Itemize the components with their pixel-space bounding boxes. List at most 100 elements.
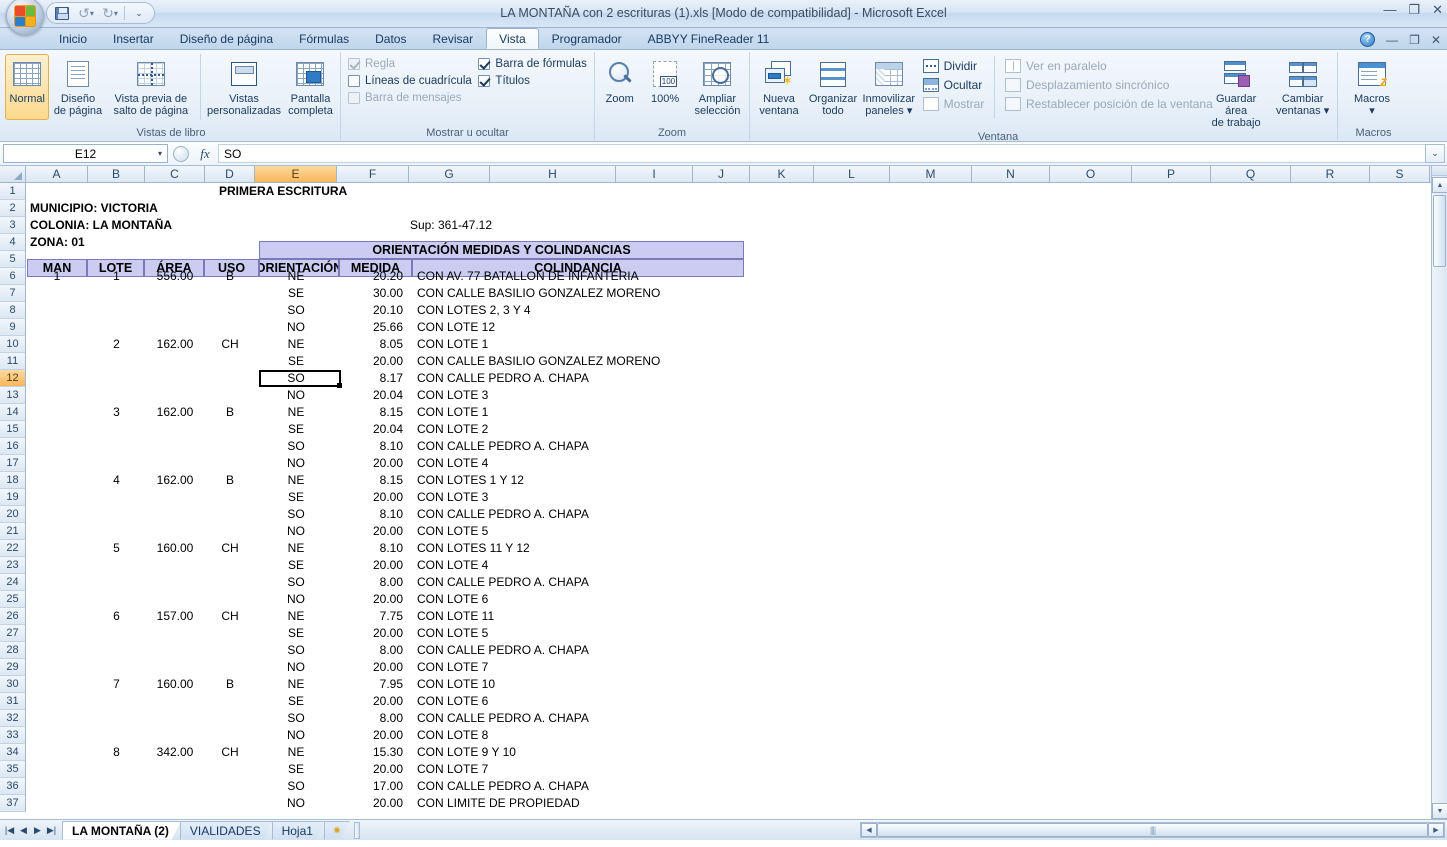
- column-header-g[interactable]: G: [409, 166, 490, 182]
- last-sheet-button[interactable]: ▶|: [45, 825, 58, 836]
- cell-man-7[interactable]: [26, 285, 88, 302]
- cell-orientacion-26[interactable]: NE: [255, 608, 337, 625]
- app-close-button[interactable]: ✕: [1431, 33, 1441, 47]
- row-header-12[interactable]: 12: [0, 370, 26, 387]
- cell-a2-municipio[interactable]: MUNICIPIO: VICTORIA: [26, 200, 286, 217]
- cell-orientacion-25[interactable]: NO: [255, 591, 337, 608]
- tab-insertar[interactable]: Insertar: [100, 28, 167, 49]
- cell-area-26[interactable]: 157.00: [145, 608, 205, 625]
- cell-medida-16[interactable]: 8.10: [337, 438, 409, 455]
- cell-orientacion-28[interactable]: SO: [255, 642, 337, 659]
- cell-lote-17[interactable]: [88, 455, 145, 472]
- cell-lote-14[interactable]: 3: [88, 404, 145, 421]
- row-header-19[interactable]: 19: [0, 489, 26, 506]
- cell-medida-12[interactable]: 8.17: [337, 370, 409, 387]
- scroll-down-button[interactable]: ▼: [1432, 803, 1447, 819]
- cell-lote-19[interactable]: [88, 489, 145, 506]
- row-header-6[interactable]: 6: [0, 268, 26, 285]
- tab-programador[interactable]: Programador: [539, 28, 635, 49]
- column-header-a[interactable]: A: [26, 166, 88, 182]
- cell-orientacion-14[interactable]: NE: [255, 404, 337, 421]
- cell-man-13[interactable]: [26, 387, 88, 404]
- cell-uso-29[interactable]: [205, 659, 255, 676]
- cell-medida-8[interactable]: 20.10: [337, 302, 409, 319]
- sheet-tab-vialidades[interactable]: VIALIDADES: [180, 821, 273, 840]
- vertical-scroll-thumb[interactable]: [1433, 195, 1446, 267]
- cell-man-20[interactable]: [26, 506, 88, 523]
- cell-orientacion-19[interactable]: SE: [255, 489, 337, 506]
- row-header-4[interactable]: 4: [0, 234, 26, 251]
- select-all-button[interactable]: [0, 166, 26, 182]
- cell-lote-33[interactable]: [88, 727, 145, 744]
- cell-orientacion-33[interactable]: NO: [255, 727, 337, 744]
- cell-orientacion-23[interactable]: SE: [255, 557, 337, 574]
- row-header-13[interactable]: 13: [0, 387, 26, 404]
- cell-uso-34[interactable]: CH: [205, 744, 255, 761]
- switch-windows-button[interactable]: Cambiar ventanas ▾: [1271, 54, 1334, 120]
- column-header-h[interactable]: H: [490, 166, 616, 182]
- cell-lote-10[interactable]: 2: [88, 336, 145, 353]
- column-header-k[interactable]: K: [750, 166, 814, 182]
- unhide-window-button[interactable]: Mostrar: [919, 96, 990, 112]
- cell-orientacion-7[interactable]: SE: [255, 285, 337, 302]
- row-header-34[interactable]: 34: [0, 744, 26, 761]
- cell-man-19[interactable]: [26, 489, 88, 506]
- row-header-29[interactable]: 29: [0, 659, 26, 676]
- cell-medida-32[interactable]: 8.00: [337, 710, 409, 727]
- checkbox-icon[interactable]: [478, 58, 491, 70]
- cell-colindancia-6[interactable]: CON AV. 77 BATALLON DE INFANTERIA: [409, 268, 749, 285]
- cell-uso-31[interactable]: [205, 693, 255, 710]
- merged-header-orientacion-medidas-colindancias[interactable]: ORIENTACIÓN MEDIDAS Y COLINDANCIAS: [259, 241, 744, 259]
- column-header-p[interactable]: P: [1132, 166, 1211, 182]
- horizontal-split-handle[interactable]: [353, 821, 360, 839]
- row-header-20[interactable]: 20: [0, 506, 26, 523]
- insert-function-icon[interactable]: fx: [192, 146, 218, 162]
- row-header-25[interactable]: 25: [0, 591, 26, 608]
- column-header-e[interactable]: E: [255, 166, 337, 182]
- row-header-1[interactable]: 1: [0, 183, 26, 200]
- next-sheet-button[interactable]: ▶: [31, 825, 44, 836]
- cell-area-36[interactable]: [145, 778, 205, 795]
- cell-uso-18[interactable]: B: [205, 472, 255, 489]
- cell-uso-20[interactable]: [205, 506, 255, 523]
- cell-man-18[interactable]: [26, 472, 88, 489]
- cell-colindancia-36[interactable]: CON CALLE PEDRO A. CHAPA: [409, 778, 749, 795]
- row-header-37[interactable]: 37: [0, 795, 26, 812]
- column-header-s[interactable]: S: [1370, 166, 1430, 182]
- row-header-24[interactable]: 24: [0, 574, 26, 591]
- cell-medida-30[interactable]: 7.95: [337, 676, 409, 693]
- cell-man-28[interactable]: [26, 642, 88, 659]
- column-header-q[interactable]: Q: [1211, 166, 1291, 182]
- cell-man-6[interactable]: 1: [26, 268, 88, 285]
- column-header-o[interactable]: O: [1050, 166, 1132, 182]
- row-header-11[interactable]: 11: [0, 353, 26, 370]
- row-header-35[interactable]: 35: [0, 761, 26, 778]
- cell-medida-13[interactable]: 20.04: [337, 387, 409, 404]
- cell-lote-32[interactable]: [88, 710, 145, 727]
- cell-man-11[interactable]: [26, 353, 88, 370]
- row-header-8[interactable]: 8: [0, 302, 26, 319]
- cell-orientacion-16[interactable]: SO: [255, 438, 337, 455]
- cell-area-30[interactable]: 160.00: [145, 676, 205, 693]
- cell-colindancia-30[interactable]: CON LOTE 10: [409, 676, 749, 693]
- column-header-j[interactable]: J: [693, 166, 750, 182]
- row-header-36[interactable]: 36: [0, 778, 26, 795]
- cell-man-24[interactable]: [26, 574, 88, 591]
- restore-button[interactable]: ❐: [1408, 3, 1420, 16]
- row-header-14[interactable]: 14: [0, 404, 26, 421]
- checkbox-barra-de-mensajes[interactable]: Barra de mensajes: [344, 92, 472, 104]
- cell-man-33[interactable]: [26, 727, 88, 744]
- cell-area-35[interactable]: [145, 761, 205, 778]
- cell-man-12[interactable]: [26, 370, 88, 387]
- cell-colindancia-23[interactable]: CON LOTE 4: [409, 557, 749, 574]
- cell-area-20[interactable]: [145, 506, 205, 523]
- cell-colindancia-20[interactable]: CON CALLE PEDRO A. CHAPA: [409, 506, 749, 523]
- close-button[interactable]: ✕: [1432, 3, 1443, 16]
- cell-orientacion-8[interactable]: SO: [255, 302, 337, 319]
- cell-uso-13[interactable]: [205, 387, 255, 404]
- new-window-button[interactable]: ✶ Nueva ventana: [753, 54, 805, 120]
- cell-b1[interactable]: [88, 183, 145, 200]
- cell-medida-25[interactable]: 20.00: [337, 591, 409, 608]
- row-header-10[interactable]: 10: [0, 336, 26, 353]
- cell-lote-37[interactable]: [88, 795, 145, 812]
